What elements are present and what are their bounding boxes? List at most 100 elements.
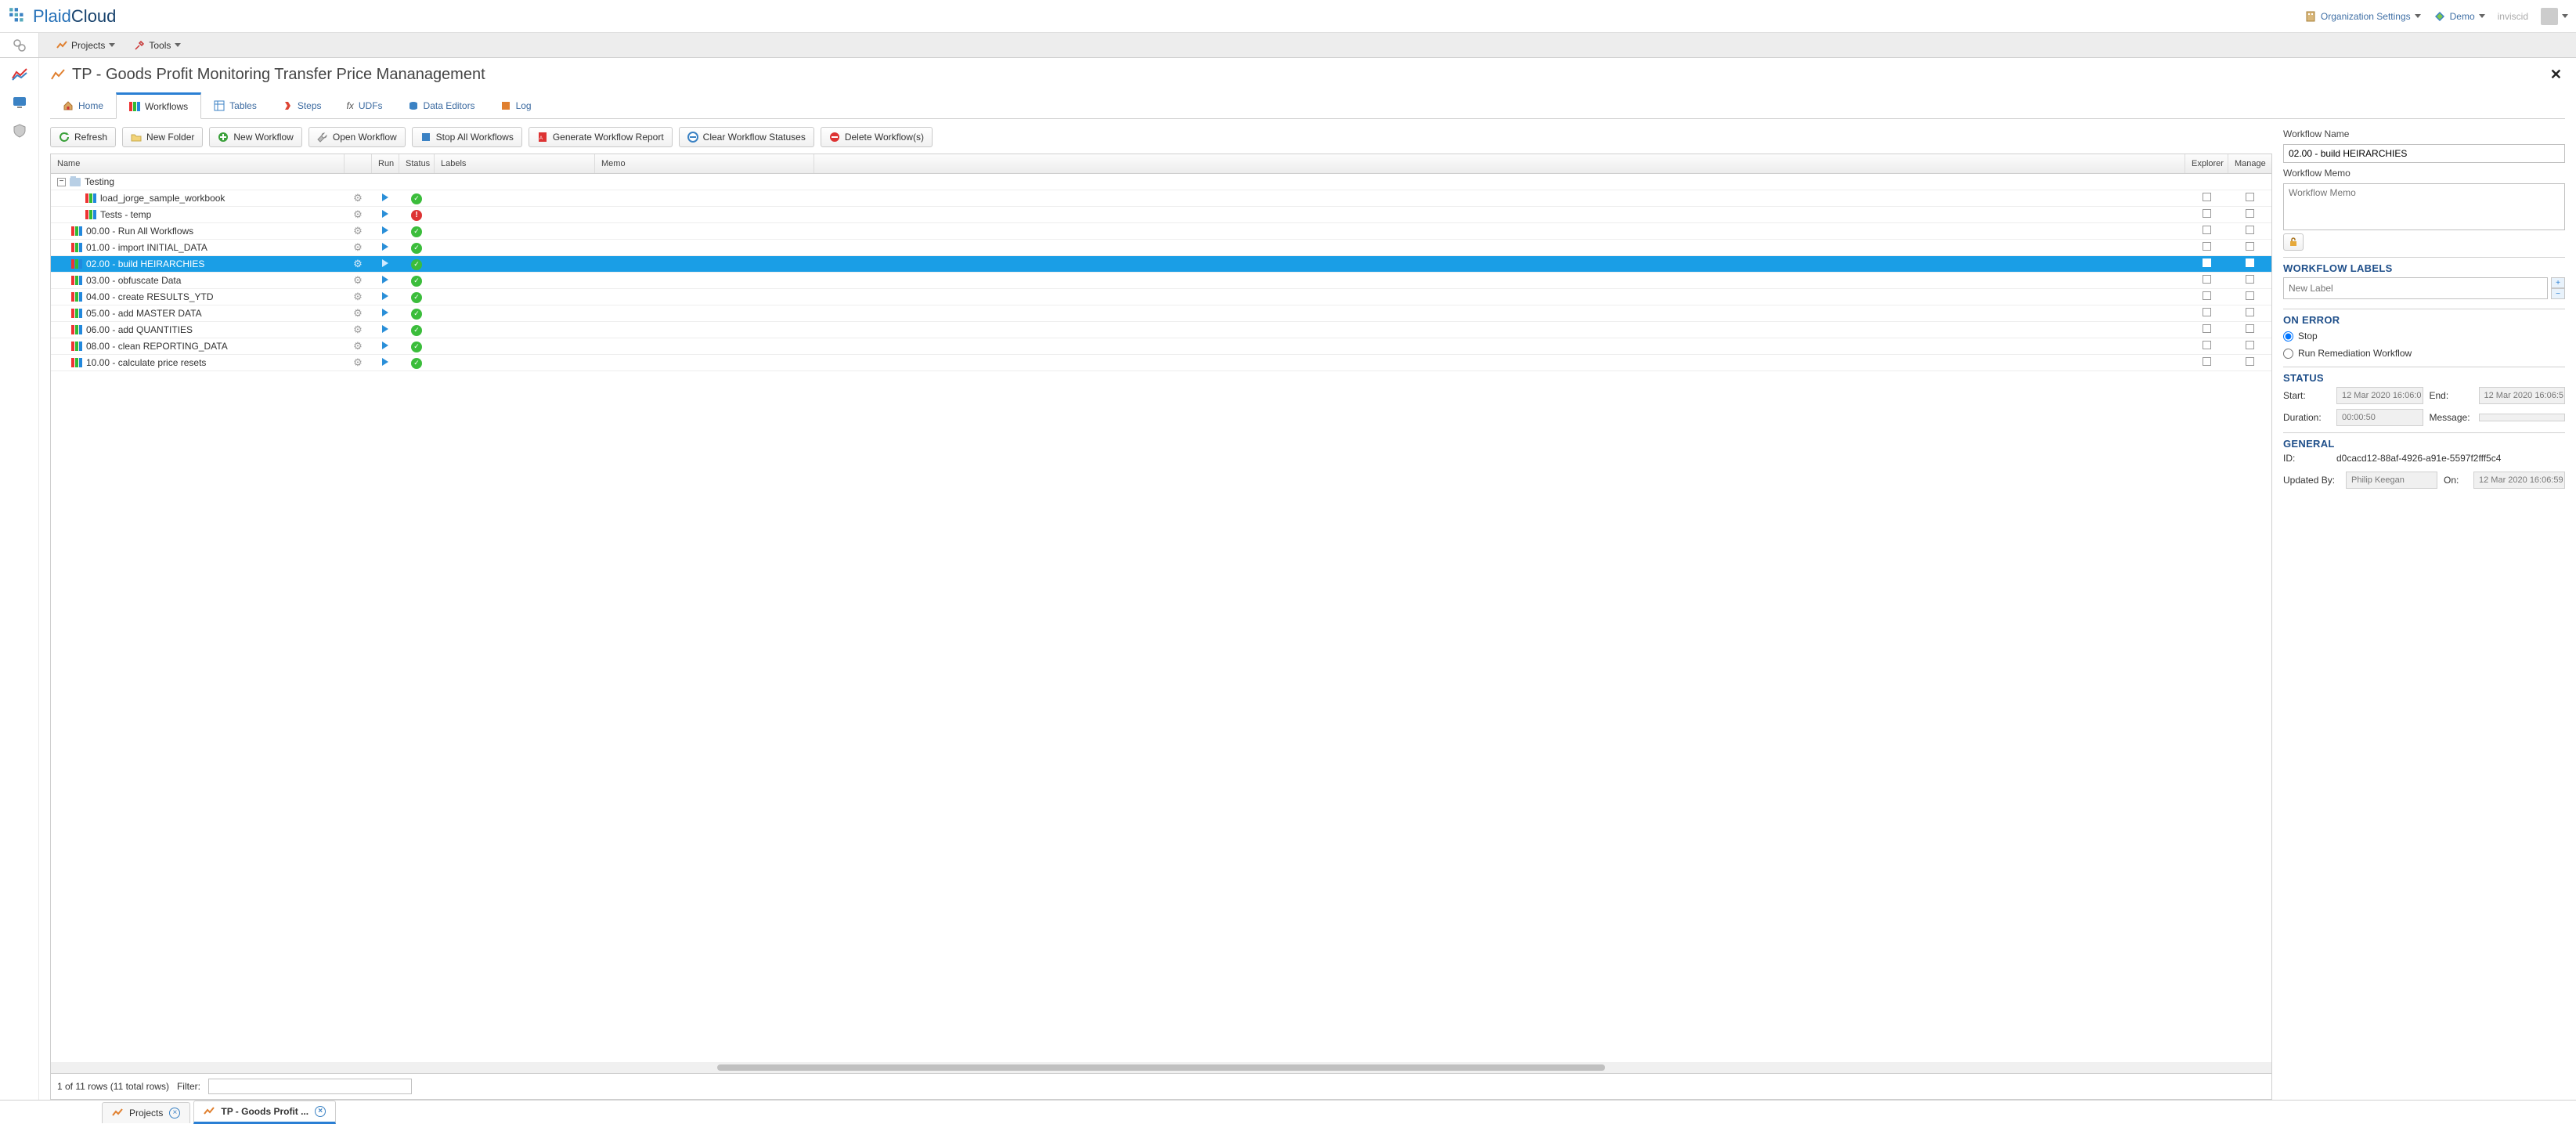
user-menu[interactable] <box>2541 8 2568 25</box>
run-cell[interactable] <box>372 226 399 237</box>
settings-cell[interactable]: ⚙ <box>345 241 372 254</box>
manage-cell[interactable] <box>2228 209 2271 220</box>
explorer-cell[interactable] <box>2185 242 2228 253</box>
workflow-row[interactable]: 02.00 - build HEIRARCHIES⚙✓ <box>51 256 2271 273</box>
explorer-cell[interactable] <box>2185 357 2228 368</box>
label-remove-button[interactable]: − <box>2551 288 2565 299</box>
col-manage[interactable]: Manage <box>2228 154 2271 173</box>
explorer-cell[interactable] <box>2185 324 2228 335</box>
col-run[interactable]: Run <box>372 154 399 173</box>
clear-statuses-button[interactable]: Clear Workflow Statuses <box>679 127 814 147</box>
menu-tools[interactable]: Tools <box>126 37 189 54</box>
explorer-cell[interactable] <box>2185 226 2228 237</box>
close-icon[interactable]: × <box>169 1108 180 1119</box>
new-label-input[interactable] <box>2283 277 2548 299</box>
run-cell[interactable] <box>372 308 399 319</box>
run-cell[interactable] <box>372 324 399 335</box>
workflow-row[interactable]: 05.00 - add MASTER DATA⚙✓ <box>51 305 2271 322</box>
filter-input[interactable] <box>208 1079 412 1094</box>
delete-workflows-button[interactable]: Delete Workflow(s) <box>821 127 933 147</box>
explorer-cell[interactable] <box>2185 341 2228 352</box>
rail-shield-icon[interactable] <box>11 122 28 139</box>
manage-cell[interactable] <box>2228 341 2271 352</box>
col-explorer[interactable]: Explorer <box>2185 154 2228 173</box>
on-error-stop[interactable]: Stop <box>2283 329 2565 343</box>
workflow-row[interactable]: 08.00 - clean REPORTING_DATA⚙✓ <box>51 338 2271 355</box>
close-icon[interactable]: × <box>315 1106 326 1117</box>
settings-cell[interactable]: ⚙ <box>345 274 372 287</box>
settings-cell[interactable]: ⚙ <box>345 208 372 221</box>
rail-monitor-icon[interactable] <box>11 94 28 111</box>
lock-button[interactable] <box>2283 233 2304 251</box>
explorer-cell[interactable] <box>2185 193 2228 204</box>
explorer-cell[interactable] <box>2185 308 2228 319</box>
menu-projects[interactable]: Projects <box>49 37 123 54</box>
manage-cell[interactable] <box>2228 193 2271 204</box>
col-labels[interactable]: Labels <box>435 154 595 173</box>
open-workflow-button[interactable]: Open Workflow <box>308 127 406 147</box>
manage-cell[interactable] <box>2228 291 2271 302</box>
workflow-row[interactable]: 03.00 - obfuscate Data⚙✓ <box>51 273 2271 289</box>
org-settings-menu[interactable]: Organization Settings <box>2304 10 2421 23</box>
workflow-row[interactable]: 04.00 - create RESULTS_YTD⚙✓ <box>51 289 2271 305</box>
workflow-row[interactable]: 06.00 - add QUANTITIES⚙✓ <box>51 322 2271 338</box>
run-cell[interactable] <box>372 209 399 220</box>
tab-data-editors[interactable]: Data Editors <box>395 92 488 119</box>
col-gear[interactable] <box>345 154 372 173</box>
workflow-row[interactable]: Tests - temp⚙! <box>51 207 2271 223</box>
label-add-button[interactable]: + <box>2551 277 2565 288</box>
tab-tables[interactable]: Tables <box>201 92 269 119</box>
manage-cell[interactable] <box>2228 324 2271 335</box>
manage-cell[interactable] <box>2228 357 2271 368</box>
run-cell[interactable] <box>372 258 399 269</box>
rail-chart-icon[interactable] <box>11 66 28 83</box>
run-cell[interactable] <box>372 341 399 352</box>
settings-cell[interactable]: ⚙ <box>345 356 372 369</box>
new-workflow-button[interactable]: New Workflow <box>209 127 301 147</box>
manage-cell[interactable] <box>2228 308 2271 319</box>
col-memo[interactable]: Memo <box>595 154 814 173</box>
tab-log[interactable]: Log <box>488 92 544 119</box>
settings-cell[interactable]: ⚙ <box>345 225 372 237</box>
wf-memo-input[interactable] <box>2283 183 2565 230</box>
workflow-row[interactable]: load_jorge_sample_workbook⚙✓ <box>51 190 2271 207</box>
folder-row[interactable]: −Testing <box>51 174 2271 190</box>
stop-all-button[interactable]: Stop All Workflows <box>412 127 522 147</box>
col-name[interactable]: Name <box>51 154 345 173</box>
run-cell[interactable] <box>372 357 399 368</box>
on-error-remediation[interactable]: Run Remediation Workflow <box>2283 346 2565 360</box>
settings-cell[interactable]: ⚙ <box>345 192 372 204</box>
workflow-row[interactable]: 00.00 - Run All Workflows⚙✓ <box>51 223 2271 240</box>
explorer-cell[interactable] <box>2185 258 2228 269</box>
explorer-cell[interactable] <box>2185 209 2228 220</box>
tab-steps[interactable]: Steps <box>269 92 334 119</box>
settings-cell[interactable]: ⚙ <box>345 258 372 270</box>
close-page-buttonton[interactable]: ✕ <box>2550 67 2565 83</box>
col-status[interactable]: Status <box>399 154 435 173</box>
settings-cell[interactable]: ⚙ <box>345 291 372 303</box>
wf-name-input[interactable] <box>2283 144 2565 163</box>
logo[interactable]: PlaidCloud <box>8 6 116 27</box>
explorer-cell[interactable] <box>2185 275 2228 286</box>
horizontal-scrollbar[interactable] <box>51 1062 2271 1073</box>
workspace-menu[interactable]: Demo <box>2433 10 2485 23</box>
tree-collapse-icon[interactable]: − <box>57 178 66 186</box>
run-cell[interactable] <box>372 291 399 302</box>
refresh-button[interactable]: Refresh <box>50 127 116 147</box>
settings-cell[interactable]: ⚙ <box>345 340 372 352</box>
explorer-cell[interactable] <box>2185 291 2228 302</box>
run-cell[interactable] <box>372 242 399 253</box>
manage-cell[interactable] <box>2228 226 2271 237</box>
btab-projects[interactable]: Projects × <box>102 1102 190 1123</box>
run-cell[interactable] <box>372 193 399 204</box>
run-cell[interactable] <box>372 275 399 286</box>
workflow-row[interactable]: 01.00 - import INITIAL_DATA⚙✓ <box>51 240 2271 256</box>
workflow-row[interactable]: 10.00 - calculate price resets⚙✓ <box>51 355 2271 371</box>
manage-cell[interactable] <box>2228 258 2271 269</box>
new-folder-button[interactable]: New Folder <box>122 127 203 147</box>
rail-toggle[interactable] <box>0 33 39 57</box>
btab-goods[interactable]: TP - Goods Profit ... × <box>193 1101 336 1124</box>
tab-home[interactable]: Home <box>50 92 116 119</box>
generate-report-button[interactable]: AGenerate Workflow Report <box>529 127 673 147</box>
manage-cell[interactable] <box>2228 275 2271 286</box>
